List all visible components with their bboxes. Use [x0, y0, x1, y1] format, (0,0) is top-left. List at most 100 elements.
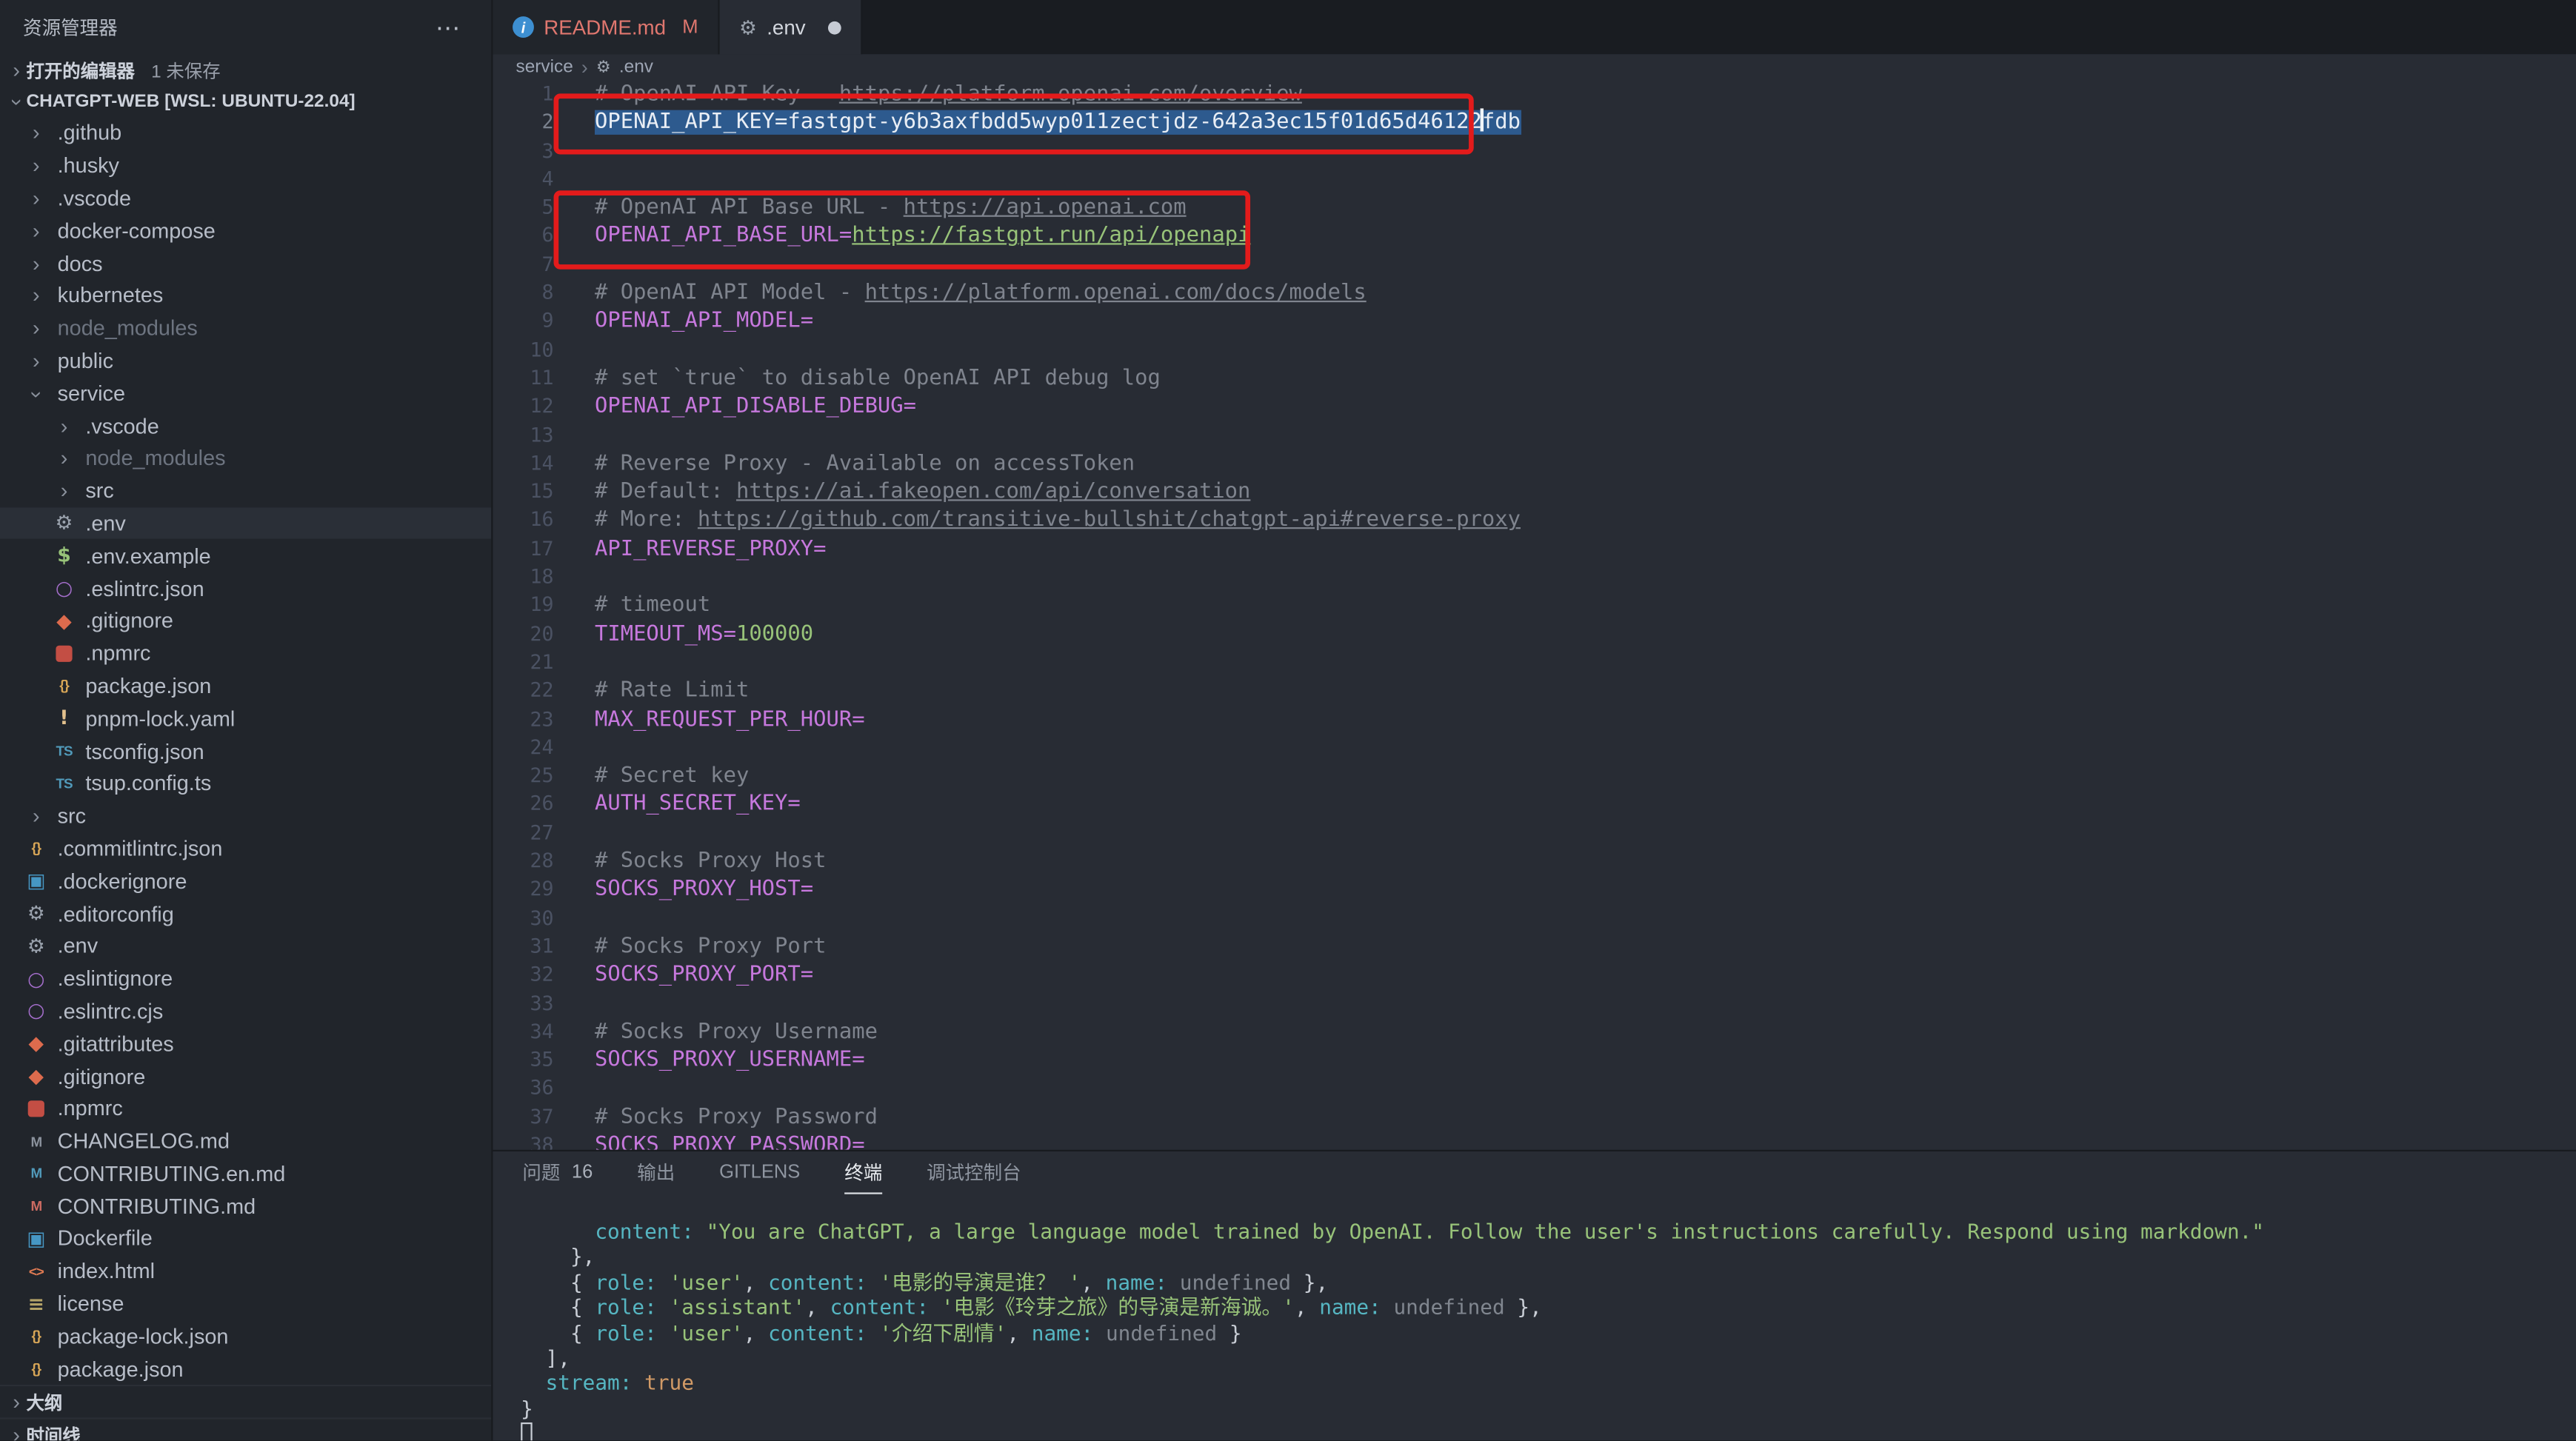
code-line-32[interactable]: 32SOCKS_PROXY_PORT= [493, 961, 2576, 989]
code-line-17[interactable]: 17API_REVERSE_PROXY= [493, 535, 2576, 564]
tree-item-.eslintrc.json[interactable]: ○.eslintrc.json [0, 572, 491, 604]
code-line-4[interactable]: 4 [493, 166, 2576, 194]
tree-item-src[interactable]: ›src [0, 475, 491, 507]
breadcrumb-item-service[interactable]: service [516, 58, 573, 78]
tree-item-.husky[interactable]: ›.husky [0, 149, 491, 181]
code-line-26[interactable]: 26AUTH_SECRET_KEY= [493, 791, 2576, 819]
code-line-25[interactable]: 25# Secret key [493, 763, 2576, 791]
outline-section[interactable]: › 大纲 [0, 1385, 491, 1417]
line-number: 37 [493, 1103, 567, 1131]
tree-item-node_modules[interactable]: ›node_modules [0, 442, 491, 475]
text-segment: '介绍下剧情' [879, 1320, 1007, 1344]
tab-readme[interactable]: i README.md M [493, 0, 719, 54]
more-actions-icon[interactable]: ⋯ [436, 13, 461, 42]
code-line-12[interactable]: 12OPENAI_API_DISABLE_DEBUG= [493, 393, 2576, 421]
workspace-root-section[interactable]: › CHATGPT-WEB [WSL: UBUNTU-22.04] [0, 85, 491, 116]
tree-item-.env.example[interactable]: $.env.example [0, 539, 491, 572]
tree-item-package.json[interactable]: {}package.json [0, 1352, 491, 1385]
open-editors-section[interactable]: › 打开的编辑器 1 未保存 [0, 54, 491, 85]
tree-item-index.html[interactable]: <>index.html [0, 1254, 491, 1287]
tree-item-.commitlintrc.json[interactable]: {}.commitlintrc.json [0, 832, 491, 865]
code-line-11[interactable]: 11# set `true` to disable OpenAI API deb… [493, 364, 2576, 392]
code-line-28[interactable]: 28# Socks Proxy Host [493, 848, 2576, 876]
code-line-3[interactable]: 3 [493, 137, 2576, 165]
tree-item-.gitignore[interactable]: ◆.gitignore [0, 1060, 491, 1092]
code-line-23[interactable]: 23MAX_REQUEST_PER_HOUR= [493, 706, 2576, 734]
code-line-29[interactable]: 29SOCKS_PROXY_HOST= [493, 876, 2576, 904]
tree-item-.eslintignore[interactable]: ○.eslintignore [0, 962, 491, 994]
tree-item-package-lock.json[interactable]: {}package-lock.json [0, 1320, 491, 1352]
code-line-35[interactable]: 35SOCKS_PROXY_USERNAME= [493, 1046, 2576, 1074]
code-line-34[interactable]: 34# Socks Proxy Username [493, 1018, 2576, 1046]
panel-tab-gitlens[interactable]: GITLENS [719, 1151, 800, 1194]
tree-item-node_modules[interactable]: ›node_modules [0, 312, 491, 344]
tree-item-CONTRIBUTING.md[interactable]: MCONTRIBUTING.md [0, 1190, 491, 1223]
tree-item-.dockerignore[interactable]: ▣.dockerignore [0, 865, 491, 897]
code-line-24[interactable]: 24 [493, 734, 2576, 762]
tree-item-.gitignore[interactable]: ◆.gitignore [0, 604, 491, 637]
code-line-20[interactable]: 20TIMEOUT_MS=100000 [493, 621, 2576, 649]
tree-item-CHANGELOG.md[interactable]: MCHANGELOG.md [0, 1125, 491, 1157]
tree-item-.gitattributes[interactable]: ◆.gitattributes [0, 1027, 491, 1060]
timeline-section[interactable]: › 时间线 [0, 1417, 491, 1440]
code-line-8[interactable]: 8# OpenAI API Model - https://platform.o… [493, 279, 2576, 307]
tree-item-kubernetes[interactable]: ›kubernetes [0, 279, 491, 312]
tree-item-license[interactable]: ≡license [0, 1287, 491, 1320]
code-area[interactable]: 1# OpenAI API Key - https://platform.ope… [493, 81, 2576, 1150]
tree-item-docker-compose[interactable]: ›docker-compose [0, 214, 491, 247]
code-line-27[interactable]: 27 [493, 819, 2576, 847]
tree-item-Dockerfile[interactable]: ▣Dockerfile [0, 1223, 491, 1255]
tree-item-.vscode[interactable]: ›.vscode [0, 409, 491, 442]
tree-item-docs[interactable]: ›docs [0, 247, 491, 279]
code-line-9[interactable]: 9OPENAI_API_MODEL= [493, 308, 2576, 336]
tree-item-package.json[interactable]: {}package.json [0, 669, 491, 702]
line-content: # Socks Proxy Host [567, 848, 826, 876]
code-line-7[interactable]: 7 [493, 251, 2576, 279]
code-line-6[interactable]: 6OPENAI_API_BASE_URL=https://fastgpt.run… [493, 223, 2576, 251]
unsaved-dot-icon[interactable] [829, 21, 842, 34]
code-line-5[interactable]: 5# OpenAI API Base URL - https://api.ope… [493, 194, 2576, 222]
tree-item-src[interactable]: ›src [0, 800, 491, 832]
eslint-icon: ○ [51, 577, 77, 600]
panel-tab-terminal[interactable]: 终端 [844, 1151, 882, 1194]
panel-tab-output[interactable]: 输出 [637, 1151, 675, 1194]
tree-item-.vscode[interactable]: ›.vscode [0, 181, 491, 214]
terminal-output[interactable]: content: "You are ChatGPT, a large langu… [521, 1219, 2576, 1440]
code-line-30[interactable]: 30 [493, 904, 2576, 932]
code-line-1[interactable]: 1# OpenAI API Key - https://platform.ope… [493, 81, 2576, 109]
tree-item-service[interactable]: ›service [0, 377, 491, 409]
code-line-33[interactable]: 33 [493, 989, 2576, 1017]
tab-env[interactable]: ⚙ .env [719, 0, 863, 54]
code-line-31[interactable]: 31# Socks Proxy Port [493, 933, 2576, 961]
tree-item-.github[interactable]: ›.github [0, 116, 491, 149]
code-line-10[interactable]: 10 [493, 336, 2576, 364]
tree-item-.npmrc[interactable]: .npmrc [0, 1092, 491, 1125]
code-line-38[interactable]: 38SOCKS_PROXY_PASSWORD= [493, 1131, 2576, 1149]
tree-item-CONTRIBUTING.en.md[interactable]: MCONTRIBUTING.en.md [0, 1157, 491, 1190]
breadcrumb-item-env[interactable]: .env [619, 58, 653, 78]
code-line-15[interactable]: 15# Default: https://ai.fakeopen.com/api… [493, 478, 2576, 506]
code-line-19[interactable]: 19# timeout [493, 592, 2576, 620]
code-line-36[interactable]: 36 [493, 1075, 2576, 1103]
tree-item-.eslintrc.cjs[interactable]: ○.eslintrc.cjs [0, 994, 491, 1027]
line-content [567, 421, 595, 449]
code-line-21[interactable]: 21 [493, 649, 2576, 677]
tree-item-.env[interactable]: ⚙.env [0, 929, 491, 962]
code-line-2[interactable]: 2OPENAI_API_KEY=fastgpt-y6b3axfbdd5wyp01… [493, 109, 2576, 137]
tree-item-tsconfig.json[interactable]: TStsconfig.json [0, 735, 491, 767]
tree-item-public[interactable]: ›public [0, 344, 491, 377]
code-line-37[interactable]: 37# Socks Proxy Password [493, 1103, 2576, 1131]
code-line-16[interactable]: 16# More: https://github.com/transitive-… [493, 506, 2576, 535]
tree-item-.npmrc[interactable]: .npmrc [0, 637, 491, 669]
tree-item-.editorconfig[interactable]: ⚙.editorconfig [0, 897, 491, 929]
tree-item-tsup.config.ts[interactable]: TStsup.config.ts [0, 767, 491, 800]
code-line-18[interactable]: 18 [493, 564, 2576, 592]
tree-item-.env[interactable]: ⚙.env [0, 506, 491, 539]
code-line-22[interactable]: 22# Rate Limit [493, 677, 2576, 705]
code-line-14[interactable]: 14# Reverse Proxy - Available on accessT… [493, 449, 2576, 478]
panel-tab-label: 输出 [637, 1159, 675, 1185]
panel-tab-debug-console[interactable]: 调试控制台 [927, 1151, 1021, 1194]
panel-tab-problems[interactable]: 问题 16 [522, 1151, 593, 1194]
code-line-13[interactable]: 13 [493, 421, 2576, 449]
tree-item-pnpm-lock.yaml[interactable]: !pnpm-lock.yaml [0, 702, 491, 735]
